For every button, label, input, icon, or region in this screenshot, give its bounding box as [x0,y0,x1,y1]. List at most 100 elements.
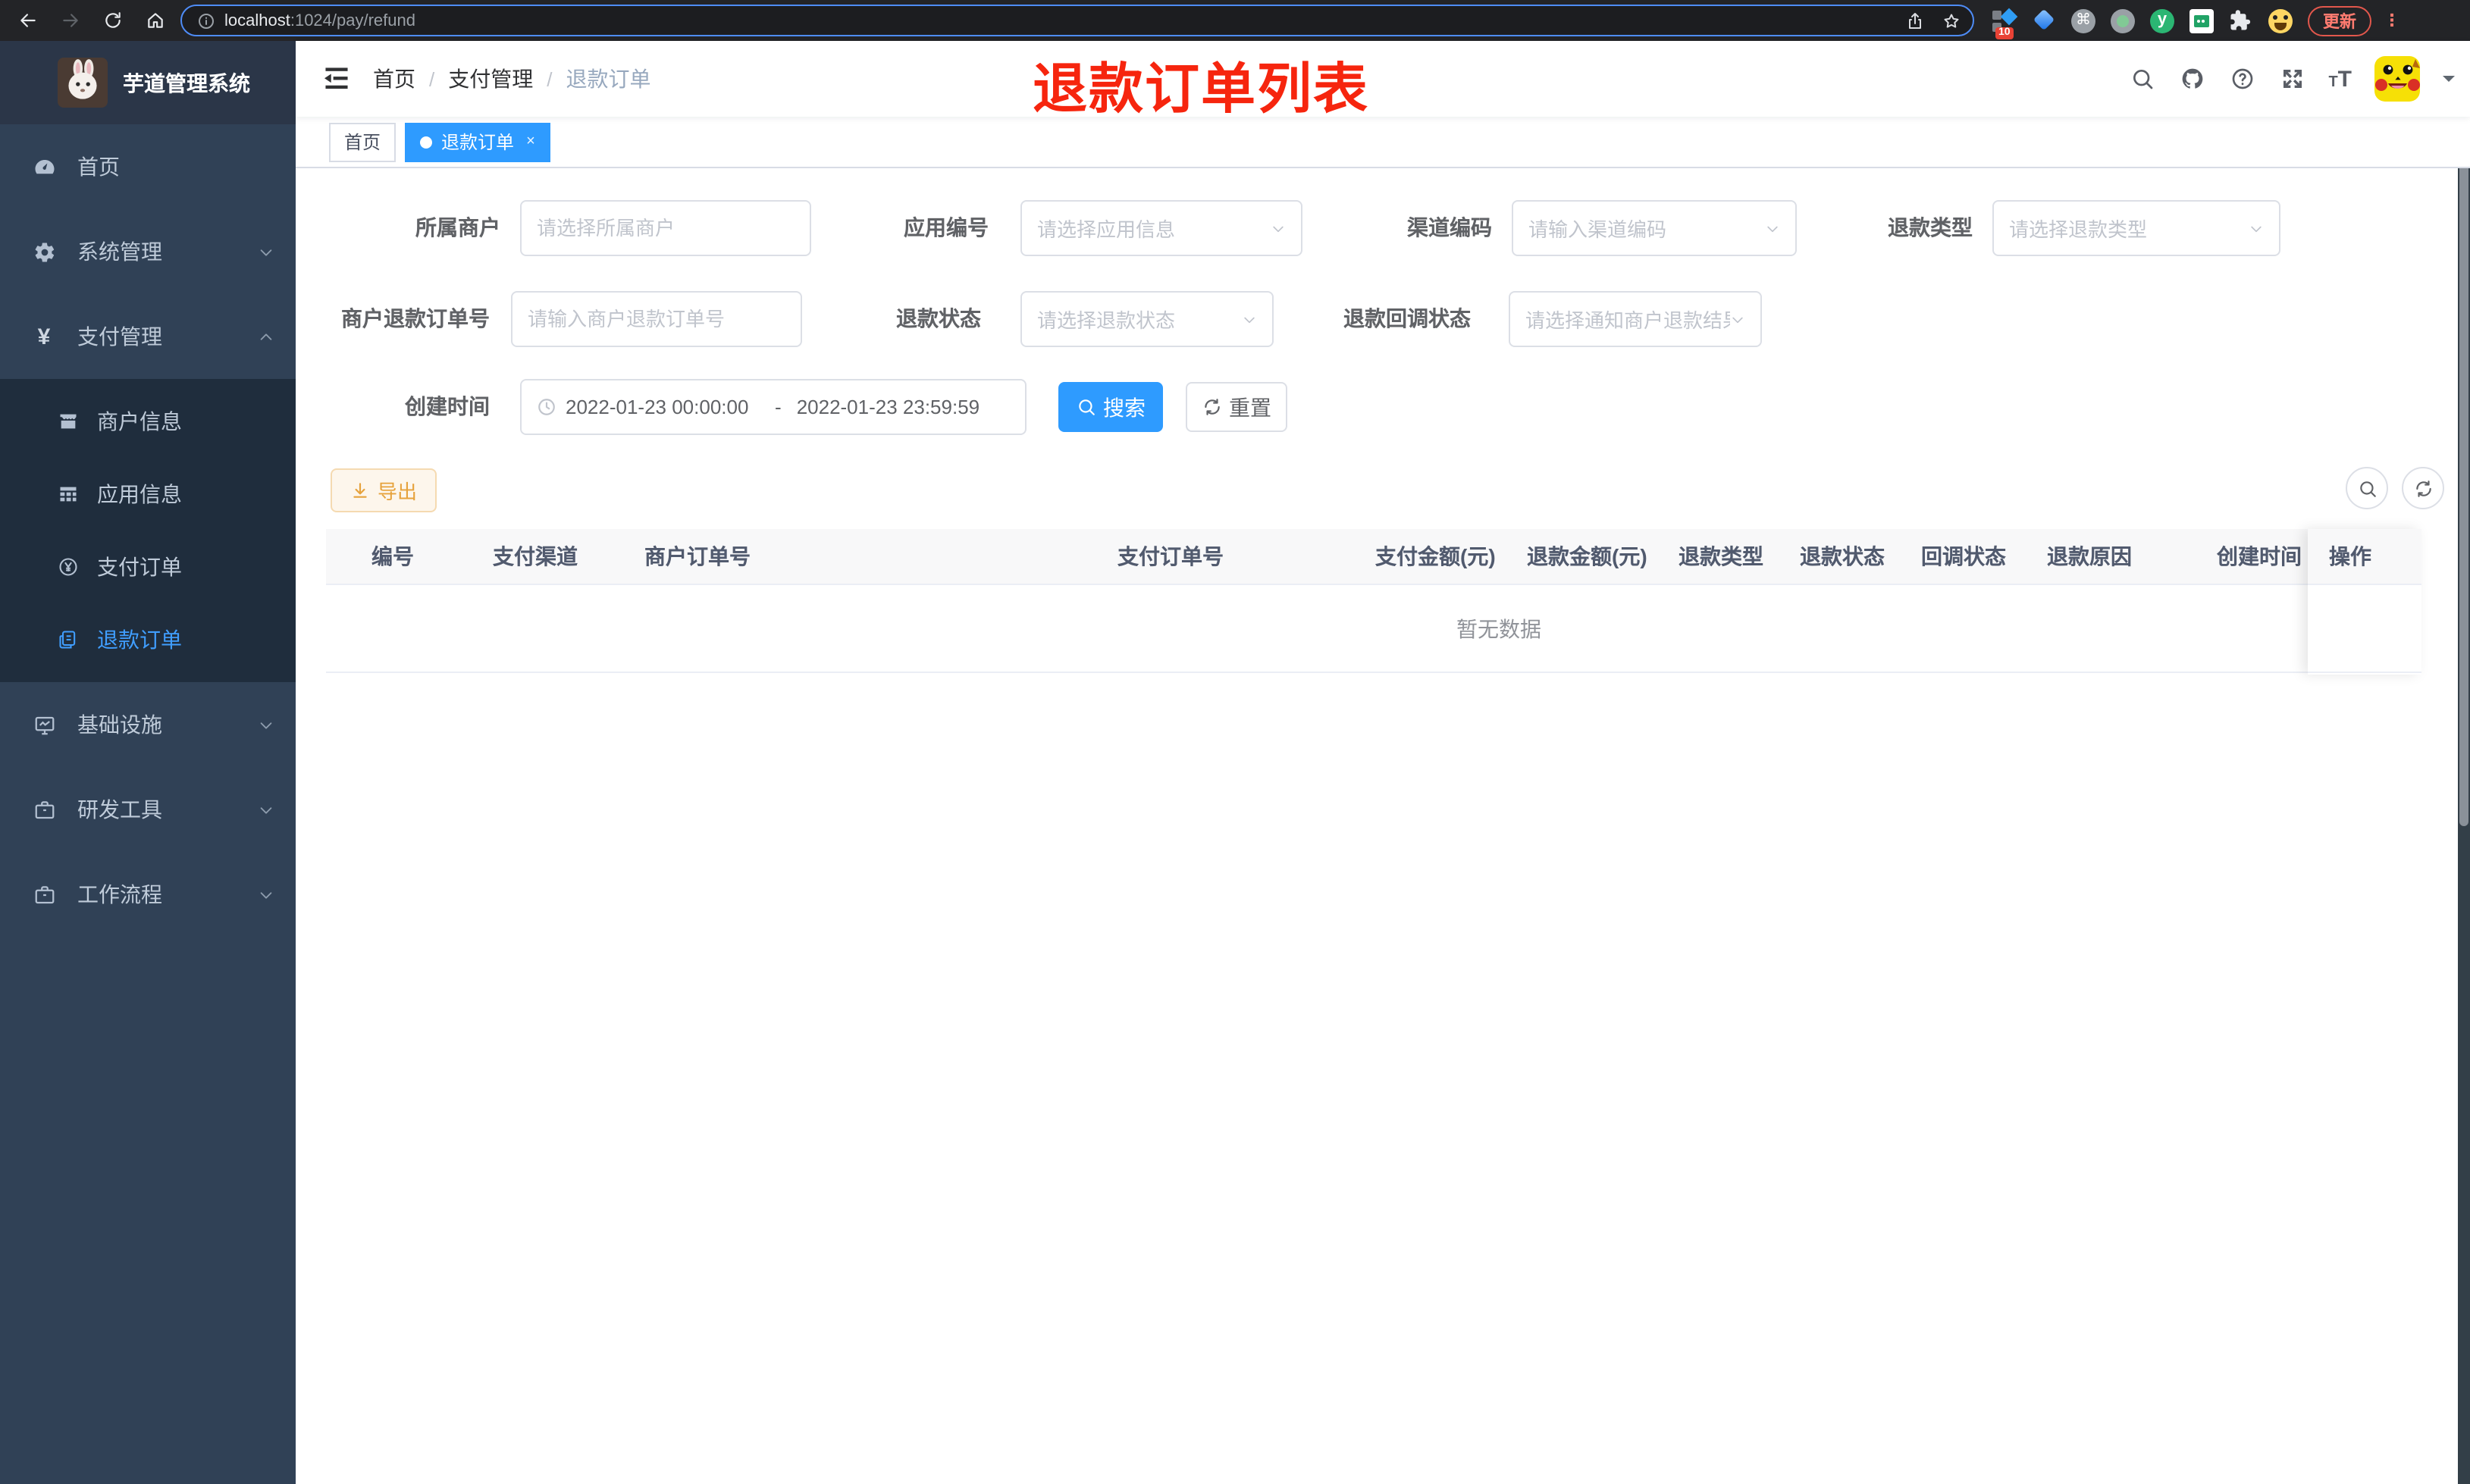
refresh-table-button[interactable] [2402,467,2444,509]
search-icon[interactable] [2128,65,2155,92]
select-placeholder: 请选择退款状态 [1037,309,1176,332]
sidebar-item-system[interactable]: 系统管理 [0,209,296,294]
extension-badge: 10 [1995,27,2014,39]
merchant-input[interactable] [520,200,811,256]
column-header: 退款类型 [1679,544,1763,568]
extension-icon[interactable] [2032,8,2056,33]
chevron-down-icon [1767,225,1778,232]
user-avatar[interactable] [2374,56,2420,102]
page-scrollbar[interactable] [2458,41,2470,1484]
address-bar[interactable]: localhost:1024/pay/refund [180,5,1974,36]
app-select[interactable]: 请选择应用信息 [1020,200,1302,256]
sidebar-item-label: 研发工具 [77,797,162,822]
browser-menu-icon[interactable]: ⋮ [2384,11,2400,30]
sidebar-item-label: 退款订单 [97,628,182,652]
column-header: 退款原因 [2047,544,2132,568]
breadcrumb-home[interactable]: 首页 [373,64,415,94]
date-range-picker[interactable]: 2022-01-23 00:00:00 - 2022-01-23 23:59:5… [520,379,1027,435]
extension-icon[interactable]: ⌘ [2071,8,2095,33]
date-start[interactable]: 2022-01-23 00:00:00 [566,396,760,418]
notify-status-select[interactable]: 请选择通知商户退款结果 [1509,291,1762,347]
bookmark-star-icon[interactable] [1942,11,1961,30]
github-icon[interactable] [2178,65,2205,92]
extensions-puzzle-icon[interactable] [2229,8,2253,33]
clock-icon [538,399,555,415]
chevron-down-icon [1732,316,1743,323]
caret-down-icon[interactable] [2443,76,2455,88]
pay-submenu: 商户信息 应用信息 支付订单 退款订单 [0,379,296,682]
table-grid-icon [56,483,79,506]
app-title: 芋道管理系统 [123,70,250,95]
export-button[interactable]: 导出 [331,468,437,512]
column-header: 回调状态 [1921,544,2006,568]
date-separator: - [775,396,782,418]
browser-reload-button[interactable] [97,5,127,36]
page-content: 所属商户 应用编号 请选择应用信息 渠道编码 请输入渠道编码 退款类型 请选择退… [296,168,2470,1484]
sidebar-item-pay[interactable]: ¥ 支付管理 [0,294,296,379]
column-header: 退款金额(元) [1527,544,1647,568]
chevron-down-icon [2251,225,2262,232]
search-icon [2359,481,2375,496]
toggle-search-button[interactable] [2346,467,2388,509]
sidebar-item-pay-order[interactable]: 支付订单 [0,531,296,603]
sidebar-item-app-info[interactable]: 应用信息 [0,458,296,531]
scrollbar-thumb[interactable] [2459,53,2468,826]
sidebar-item-refund-order[interactable]: 退款订单 [0,603,296,676]
chevron-down-icon [260,891,272,898]
sidebar-collapse-icon[interactable] [323,67,350,91]
dashboard-icon [32,155,56,179]
sidebar-item-merchant-info[interactable]: 商户信息 [0,385,296,458]
logo-rabbit-image [58,58,108,108]
search-button[interactable]: 搜索 [1058,382,1163,432]
column-header: 支付订单号 [1117,544,1224,568]
sidebar-logo[interactable]: 芋道管理系统 [0,41,296,124]
browser-extensions: 10 ⌘ y [1992,7,2293,39]
top-navbar: 首页 / 支付管理 / 退款订单 退款订单列表 TT [296,41,2470,120]
date-end[interactable]: 2022-01-23 23:59:59 [797,396,1010,418]
filter-label-app: 应用编号 [904,215,989,240]
tag-close-icon[interactable]: × [526,133,535,150]
extension-icon[interactable] [2189,8,2214,33]
fullscreen-icon[interactable] [2278,65,2305,92]
sidebar-item-label: 支付订单 [97,555,182,579]
share-icon[interactable] [1906,11,1924,30]
tag-refund-order[interactable]: 退款订单 × [405,122,550,161]
breadcrumb-group[interactable]: 支付管理 [448,64,533,94]
active-dot [420,136,433,148]
refund-table: 编号 支付渠道 商户订单号 支付订单号 支付金额(元) 退款金额(元) 退款类型… [326,529,2421,675]
refund-type-select[interactable]: 请选择退款类型 [1992,200,2280,256]
sidebar-item-devtools[interactable]: 研发工具 [0,767,296,852]
font-size-icon[interactable]: TT [2328,67,2352,90]
help-icon[interactable] [2228,65,2255,92]
extension-icon[interactable] [2268,8,2293,33]
filter-label-refund-type: 退款类型 [1888,215,1973,240]
sidebar-item-home[interactable]: 首页 [0,124,296,209]
sidebar: 芋道管理系统 首页 系统管理 ¥ 支付管理 商户信息 应用信息 支付订单 退款订… [0,41,296,1484]
extension-icon[interactable]: 10 [1992,7,2018,39]
tag-home[interactable]: 首页 [329,122,397,161]
browser-back-button[interactable] [12,5,42,36]
browser-toolbar: localhost:1024/pay/refund 10 ⌘ y 更新 ⋮ [0,0,2470,41]
sidebar-item-label: 工作流程 [77,882,162,906]
table-empty-row: 暂无数据 [326,585,2421,673]
url-path: :1024/pay/refund [290,11,415,30]
reset-button[interactable]: 重置 [1186,382,1287,432]
merchant-refund-no-input[interactable] [511,291,802,347]
extension-icon[interactable] [2111,8,2135,33]
breadcrumb-current: 退款订单 [566,67,651,91]
extension-icon[interactable]: y [2150,8,2174,33]
browser-home-button[interactable] [139,5,170,36]
browser-forward-button[interactable] [55,5,85,36]
breadcrumb: 首页 / 支付管理 / 退款订单 [373,64,651,94]
search-button-label: 搜索 [1103,395,1146,419]
browser-update-button[interactable]: 更新 [2308,5,2371,36]
sidebar-item-workflow[interactable]: 工作流程 [0,852,296,937]
sidebar-item-infra[interactable]: 基础设施 [0,682,296,767]
site-info-icon[interactable] [197,11,215,30]
reset-button-label: 重置 [1229,395,1271,419]
column-header: 商户订单号 [644,544,751,568]
sidebar-item-label: 应用信息 [97,482,182,506]
page-title-annotation: 退款订单列表 [1032,58,1369,120]
channel-select[interactable]: 请输入渠道编码 [1512,200,1797,256]
fixed-action-column: 操作 [2308,529,2421,675]
